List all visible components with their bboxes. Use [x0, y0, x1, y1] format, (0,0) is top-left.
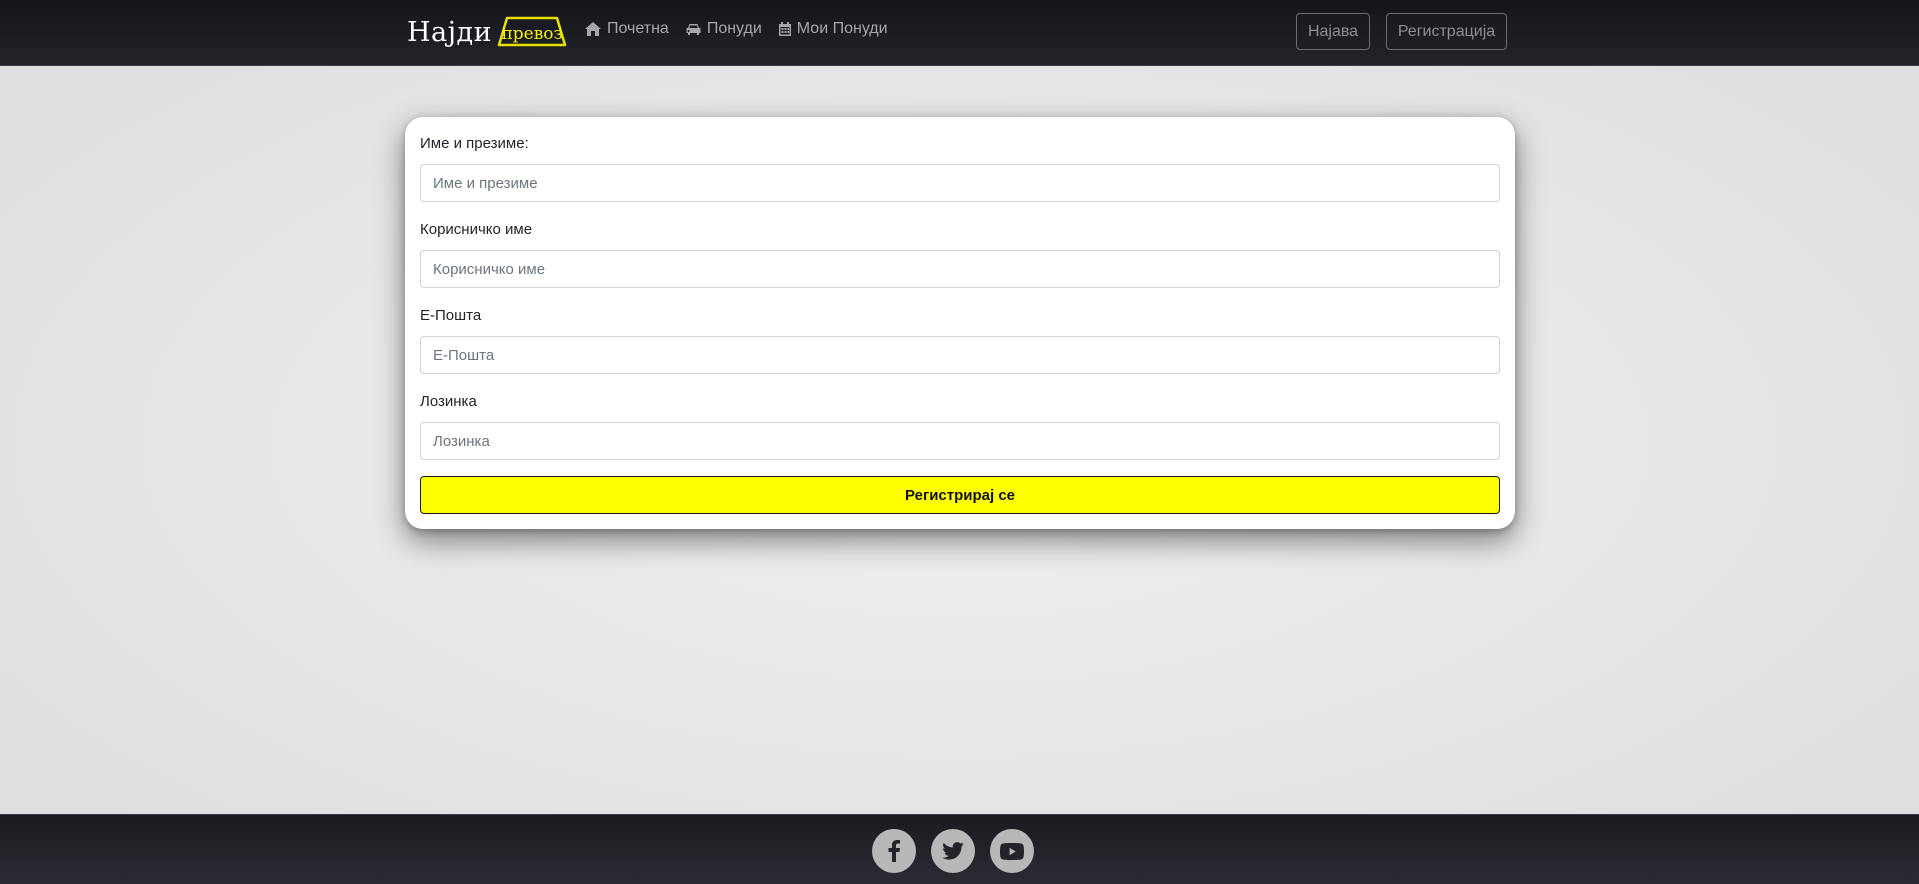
facebook-link[interactable]: [872, 829, 916, 873]
nav-link-offers[interactable]: Понуди: [685, 20, 762, 38]
nav-link-label: Мои Понуди: [796, 20, 888, 37]
register-nav-button[interactable]: Регистрација: [1386, 13, 1507, 50]
youtube-link[interactable]: [990, 829, 1034, 873]
nav-link-my-offers[interactable]: Мои Понуди: [778, 20, 888, 38]
twitter-link[interactable]: [931, 829, 975, 873]
home-icon: [585, 22, 601, 36]
nav-link-label: Почетна: [607, 20, 669, 37]
facebook-icon: [888, 840, 900, 862]
register-submit-button[interactable]: Регистрирај се: [420, 476, 1500, 514]
youtube-icon: [1000, 842, 1024, 860]
email-input[interactable]: [420, 336, 1500, 374]
password-label: Лозинка: [420, 393, 477, 410]
nav-link-home[interactable]: Почетна: [584, 20, 669, 38]
full-name-input[interactable]: [420, 164, 1500, 202]
footer: [0, 814, 1919, 884]
registration-card: Име и презиме: Корисничко име Е-Пошта Ло…: [405, 117, 1515, 529]
car-icon: [686, 23, 701, 35]
username-input[interactable]: [420, 250, 1500, 288]
brand-name: Најди: [407, 16, 493, 48]
brand-logo[interactable]: Најди превоз: [407, 12, 567, 52]
twitter-icon: [942, 842, 964, 860]
email-label: Е-Пошта: [420, 307, 482, 324]
nav-links: Почетна Понуди Мои Понуди: [584, 20, 888, 38]
brand-badge: превоз: [497, 16, 567, 48]
full-name-label: Име и презиме:: [420, 135, 529, 152]
nav-link-label: Понуди: [706, 20, 762, 37]
navbar: Најди превоз Почетна Понуди Мои Понуди Н…: [0, 0, 1919, 66]
calendar-icon: [778, 22, 791, 36]
login-button[interactable]: Најава: [1296, 13, 1370, 50]
brand-badge-text: превоз: [501, 24, 563, 44]
username-label: Корисничко име: [420, 221, 533, 238]
password-input[interactable]: [420, 422, 1500, 460]
